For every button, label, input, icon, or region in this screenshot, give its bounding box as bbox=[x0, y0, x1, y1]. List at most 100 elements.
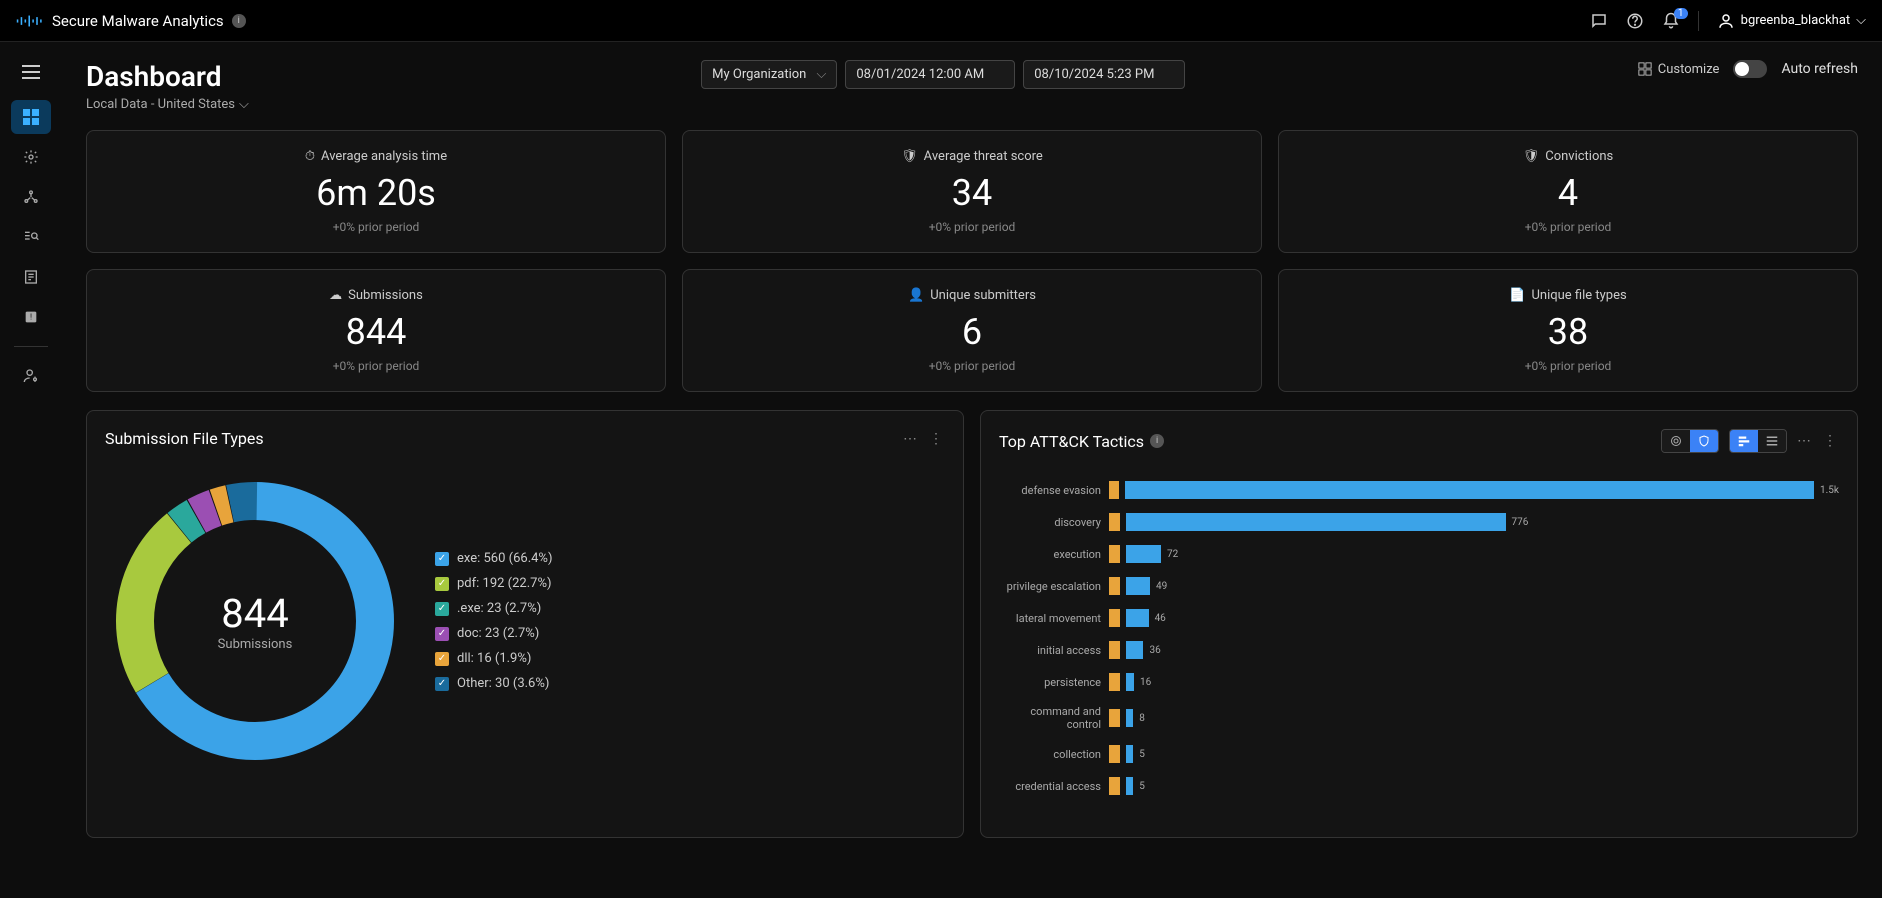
mode-bar[interactable] bbox=[1730, 430, 1758, 452]
sidebar-divider bbox=[14, 346, 48, 347]
more-icon[interactable]: ⋯ bbox=[1797, 433, 1813, 449]
legend-label: pdf: 192 (22.7%) bbox=[457, 576, 552, 591]
bar-label: command and control bbox=[999, 705, 1109, 731]
info-icon[interactable]: i bbox=[1150, 434, 1164, 448]
legend-item[interactable]: ✓ dll: 16 (1.9%) bbox=[435, 651, 552, 666]
bar-value: 8 bbox=[1139, 713, 1145, 724]
page-header: Dashboard Local Data - United States ⌵ M… bbox=[86, 60, 1858, 112]
bar-label: initial access bbox=[999, 644, 1109, 657]
card-value: 34 bbox=[701, 172, 1243, 214]
date-to[interactable]: 08/10/2024 5:23 PM bbox=[1023, 60, 1185, 89]
bar-row: persistence16 bbox=[999, 673, 1839, 691]
bar-seg-stub bbox=[1109, 609, 1120, 627]
bar-row: execution72 bbox=[999, 545, 1839, 563]
drag-icon[interactable]: ⋮ bbox=[929, 431, 945, 447]
legend-item[interactable]: ✓ Other: 30 (3.6%) bbox=[435, 676, 552, 691]
metric-card: 👤Unique submitters6+0% prior period bbox=[682, 269, 1262, 392]
chat-icon[interactable] bbox=[1590, 12, 1608, 30]
bar-value: 36 bbox=[1149, 645, 1160, 656]
username: bgreenba_blackhat bbox=[1741, 13, 1851, 28]
more-icon[interactable]: ⋯ bbox=[903, 431, 919, 447]
help-icon[interactable] bbox=[1626, 12, 1644, 30]
bar-segment[interactable] bbox=[1126, 577, 1150, 595]
legend-label: .exe: 23 (2.7%) bbox=[457, 601, 541, 616]
bar-segment[interactable] bbox=[1126, 609, 1149, 627]
legend-item[interactable]: ✓doc: 23 (2.7%) bbox=[435, 626, 552, 641]
nav-admin[interactable] bbox=[11, 359, 51, 393]
donut-chart: 844 Submissions bbox=[105, 466, 405, 776]
bar-segment[interactable] bbox=[1126, 709, 1133, 727]
bar-segment[interactable] bbox=[1126, 545, 1161, 563]
app-title: Secure Malware Analytics bbox=[52, 12, 224, 30]
divider bbox=[1698, 11, 1699, 31]
bar-value: 5 bbox=[1139, 781, 1145, 792]
checkbox-icon[interactable]: ✓ bbox=[435, 577, 449, 591]
legend-item[interactable]: ✓ pdf: 192 (22.7%) bbox=[435, 576, 552, 591]
bar-value: 49 bbox=[1156, 581, 1167, 592]
bar-value: 776 bbox=[1512, 517, 1529, 528]
legend-item[interactable]: ✓exe: 560 (66.4%) bbox=[435, 551, 552, 566]
info-icon[interactable]: i bbox=[232, 14, 246, 28]
customize-icon bbox=[1638, 62, 1652, 76]
user-icon bbox=[1717, 12, 1735, 30]
auto-refresh-toggle[interactable] bbox=[1733, 60, 1767, 78]
menu-toggle[interactable] bbox=[11, 58, 51, 86]
auto-refresh-label: Auto refresh bbox=[1781, 61, 1858, 77]
nav-dashboard[interactable] bbox=[11, 100, 51, 134]
checkbox-icon[interactable]: ✓ bbox=[435, 552, 449, 566]
widget-file-types: Submission File Types ⋯ ⋮ bbox=[86, 410, 964, 838]
mode-target[interactable] bbox=[1662, 430, 1690, 452]
cisco-logo-icon bbox=[16, 13, 44, 29]
checkbox-icon[interactable]: ✓ bbox=[435, 652, 449, 666]
bar-row: collection5 bbox=[999, 745, 1839, 763]
topbar: Secure Malware Analytics i 1 bgreenba_bl… bbox=[0, 0, 1882, 42]
card-label: ☁Submissions bbox=[105, 288, 647, 303]
date-from[interactable]: 08/01/2024 12:00 AM bbox=[845, 60, 1015, 89]
chevron-down-icon: ⌵ bbox=[1856, 13, 1866, 28]
card-label: ⏱Average analysis time bbox=[105, 149, 647, 164]
card-sub: +0% prior period bbox=[105, 359, 647, 373]
nav-network[interactable] bbox=[11, 180, 51, 214]
card-label: 📄Unique file types bbox=[1297, 288, 1839, 303]
bar-segment[interactable] bbox=[1126, 673, 1134, 691]
mode-list[interactable] bbox=[1758, 430, 1786, 452]
metric-card: 🛡Convictions4+0% prior period bbox=[1278, 130, 1858, 253]
bar-label: collection bbox=[999, 748, 1109, 761]
bar-row: lateral movement46 bbox=[999, 609, 1839, 627]
card-sub: +0% prior period bbox=[105, 220, 647, 234]
user-menu[interactable]: bgreenba_blackhat ⌵ bbox=[1717, 12, 1866, 30]
app-logo: Secure Malware Analytics i bbox=[16, 12, 246, 30]
bar-value: 1.5k bbox=[1820, 485, 1839, 496]
checkbox-icon[interactable]: ✓ bbox=[435, 602, 449, 616]
bar-segment[interactable] bbox=[1126, 513, 1506, 531]
card-sub: +0% prior period bbox=[701, 220, 1243, 234]
card-icon: 🛡 bbox=[901, 149, 918, 164]
card-value: 38 bbox=[1297, 311, 1839, 353]
bar-segment[interactable] bbox=[1126, 745, 1133, 763]
metric-card: ⏱Average analysis time6m 20s+0% prior pe… bbox=[86, 130, 666, 253]
nav-alerts[interactable]: ! bbox=[11, 300, 51, 334]
legend-label: Other: 30 (3.6%) bbox=[457, 676, 549, 691]
nav-settings[interactable] bbox=[11, 140, 51, 174]
nav-search[interactable] bbox=[11, 220, 51, 254]
bar-segment[interactable] bbox=[1126, 641, 1144, 659]
legend-item[interactable]: ✓ .exe: 23 (2.7%) bbox=[435, 601, 552, 616]
mode-shield[interactable] bbox=[1690, 430, 1718, 452]
card-sub: +0% prior period bbox=[1297, 359, 1839, 373]
donut-legend: ✓exe: 560 (66.4%)✓pdf: 192 (22.7%)✓.exe:… bbox=[435, 551, 552, 691]
bar-segment[interactable] bbox=[1125, 481, 1814, 499]
bar-segment[interactable] bbox=[1126, 777, 1133, 795]
nav-reports[interactable] bbox=[11, 260, 51, 294]
donut-value: 844 bbox=[218, 590, 293, 637]
org-selector[interactable]: My Organization bbox=[701, 60, 837, 89]
drag-icon[interactable]: ⋮ bbox=[1823, 433, 1839, 449]
page-subtitle[interactable]: Local Data - United States ⌵ bbox=[86, 97, 249, 112]
card-value: 844 bbox=[105, 311, 647, 353]
customize-button[interactable]: Customize bbox=[1638, 62, 1720, 77]
bar-seg-stub bbox=[1109, 709, 1120, 727]
donut-label: Submissions bbox=[218, 637, 293, 652]
card-icon: ☁ bbox=[329, 288, 342, 303]
checkbox-icon[interactable]: ✓ bbox=[435, 677, 449, 691]
legend-label: dll: 16 (1.9%) bbox=[457, 651, 531, 666]
checkbox-icon[interactable]: ✓ bbox=[435, 627, 449, 641]
